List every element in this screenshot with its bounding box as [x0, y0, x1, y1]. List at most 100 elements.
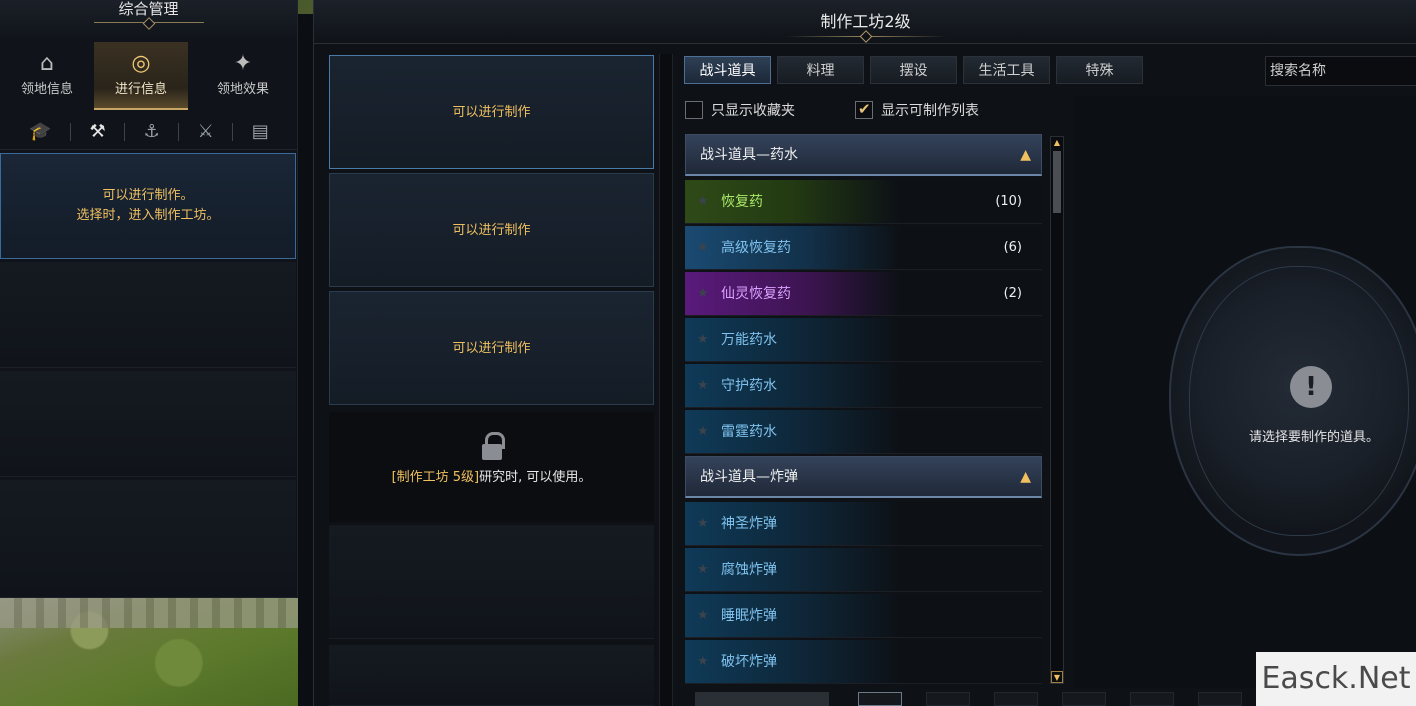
required-level: [制作工坊 5级]	[391, 470, 480, 485]
scroll-down-icon[interactable]: ▼	[1051, 671, 1063, 683]
recipe-count: (10)	[995, 194, 1022, 209]
craft-slot[interactable]: 可以进行制作	[329, 291, 654, 405]
tab-special[interactable]: 特殊	[1056, 56, 1143, 84]
favorite-star-icon[interactable]: ★	[697, 640, 709, 684]
recipe-item[interactable]: ★ 高级恢复药 (6)	[685, 226, 1042, 270]
crafting-window-title: 制作工坊2级	[820, 12, 911, 31]
crafting-window-header: 制作工坊2级	[314, 0, 1416, 44]
recipe-item[interactable]: ★ 神圣炸弹	[685, 502, 1042, 546]
recipe-name: 守护药水	[721, 378, 777, 394]
exclamation-icon: !	[1290, 366, 1332, 408]
recipe-item[interactable]: ★ 守护药水	[685, 364, 1042, 408]
separator	[178, 122, 180, 141]
recipe-list: 战斗道具—药水 ▲ ★ 恢复药 (10) ★ 高级恢复药 (6) ★ 仙灵恢复药…	[685, 134, 1043, 684]
recipe-name: 破坏炸弹	[721, 654, 777, 670]
info-line: 可以进行制作。	[102, 188, 194, 203]
empty-row	[0, 371, 296, 477]
tab-life-tools[interactable]: 生活工具	[963, 56, 1050, 84]
material-slot[interactable]	[858, 692, 902, 706]
recipe-name: 恢复药	[721, 194, 763, 210]
locked-slot-text: 研究时, 可以使用。	[479, 470, 592, 485]
material-slot[interactable]	[1130, 692, 1174, 706]
scrollbar-thumb[interactable]	[1053, 151, 1061, 213]
tab-combat-items[interactable]: 战斗道具	[684, 56, 771, 84]
title-ornament-icon	[93, 22, 204, 28]
empty-row	[0, 480, 296, 598]
favorites-checkbox[interactable]	[685, 101, 703, 119]
empty-row	[0, 262, 296, 368]
recipe-item[interactable]: ★ 仙灵恢复药 (2)	[685, 272, 1042, 316]
craftable-filter[interactable]: 显示可制作列表	[855, 100, 979, 120]
favorite-star-icon[interactable]: ★	[697, 364, 709, 408]
scroll-up-icon[interactable]: ▲	[1051, 137, 1063, 149]
castle-icon: ⌂	[40, 51, 54, 76]
material-slot[interactable]	[1062, 692, 1106, 706]
favorite-star-icon[interactable]: ★	[697, 272, 709, 316]
material-slot[interactable]	[1198, 692, 1242, 706]
watermark: Easck.Net	[1256, 652, 1416, 706]
material-slot[interactable]	[926, 692, 970, 706]
recipe-item[interactable]: ★ 恢复药 (10)	[685, 180, 1042, 224]
anchor-icon[interactable]: ⚓	[144, 121, 160, 142]
recipe-name: 仙灵恢复药	[721, 286, 791, 302]
craft-slot[interactable]: 可以进行制作	[329, 173, 654, 287]
favorite-star-icon[interactable]: ★	[697, 594, 709, 638]
empty-slot	[329, 645, 654, 706]
crossed-swords-icon[interactable]: ⚔	[198, 121, 214, 142]
recipe-list-scrollbar[interactable]: ▲ ▼	[1050, 136, 1064, 684]
crafting-window: 制作工坊2级 可以进行制作 可以进行制作 可以进行制作 [制作工坊 5级]研究时…	[313, 0, 1416, 706]
recipe-name: 高级恢复药	[721, 240, 791, 256]
group-header-bombs[interactable]: 战斗道具—炸弹 ▲	[685, 456, 1042, 498]
crossed-tools-icon[interactable]: ⚒	[90, 121, 106, 142]
recipe-item[interactable]: ★ 破坏炸弹	[685, 640, 1042, 684]
tab-label: 领地效果	[216, 82, 269, 97]
facility-icon-bar: 🎓 ⚒ ⚓ ⚔ ▤	[0, 114, 298, 150]
category-tabs: 战斗道具 料理 摆设 生活工具 特殊	[684, 56, 1143, 84]
tab-cooking[interactable]: 料理	[777, 56, 864, 84]
collapse-arrow-icon[interactable]: ▲	[1020, 135, 1031, 175]
lock-icon	[481, 432, 505, 460]
tab-territory-info[interactable]: ⌂ 领地信息	[0, 42, 94, 110]
craftable-checkbox[interactable]	[855, 100, 873, 119]
group-header-potions[interactable]: 战斗道具—药水 ▲	[685, 134, 1042, 176]
favorite-star-icon[interactable]: ★	[697, 410, 709, 454]
recipe-item[interactable]: ★ 睡眠炸弹	[685, 594, 1042, 638]
workshop-info-card[interactable]: 可以进行制作。 选择时，进入制作工坊。	[0, 153, 296, 259]
book-icon[interactable]: ▤	[252, 121, 269, 142]
group-title: 战斗道具—炸弹	[700, 469, 798, 485]
management-panel: 综合管理 ⌂ 领地信息 ◎ 进行信息 ✦ 领地效果 🎓 ⚒ ⚓ ⚔ ▤ 可以进行…	[0, 0, 298, 598]
bottom-button[interactable]	[695, 692, 829, 706]
recipe-name: 神圣炸弹	[721, 516, 777, 532]
recipe-item[interactable]: ★ 腐蚀炸弹	[685, 548, 1042, 592]
recipe-name: 腐蚀炸弹	[721, 562, 777, 578]
craft-slot[interactable]: 可以进行制作	[329, 55, 654, 169]
recipe-count: (6)	[1003, 240, 1022, 255]
favorite-star-icon[interactable]: ★	[697, 318, 709, 362]
favorites-label: 只显示收藏夹	[711, 103, 795, 119]
group-title: 战斗道具—药水	[700, 147, 798, 163]
management-panel-title: 综合管理	[118, 0, 179, 18]
tab-progress-info[interactable]: ◎ 进行信息	[94, 42, 188, 110]
graduation-cap-icon[interactable]: 🎓	[29, 121, 51, 142]
craftable-label: 显示可制作列表	[881, 103, 979, 119]
tab-furnishing[interactable]: 摆设	[870, 56, 957, 84]
sparkle-icon: ✦	[233, 51, 253, 76]
favorite-star-icon[interactable]: ★	[697, 180, 709, 224]
favorite-star-icon[interactable]: ★	[697, 548, 709, 592]
favorite-star-icon[interactable]: ★	[697, 502, 709, 546]
tab-territory-effect[interactable]: ✦ 领地效果	[188, 42, 298, 110]
empty-slot	[329, 525, 654, 639]
recipe-item[interactable]: ★ 雷霆药水	[685, 410, 1042, 454]
favorites-filter[interactable]: 只显示收藏夹	[685, 100, 795, 120]
compass-icon: ◎	[131, 51, 151, 76]
search-input[interactable]	[1265, 56, 1416, 86]
item-detail-panel: ! 请选择要制作的道具。	[1074, 96, 1416, 688]
collapse-arrow-icon[interactable]: ▲	[1020, 457, 1031, 497]
favorite-star-icon[interactable]: ★	[697, 226, 709, 270]
recipe-item[interactable]: ★ 万能药水	[685, 318, 1042, 362]
material-slot[interactable]	[994, 692, 1038, 706]
select-item-hint: 请选择要制作的道具。	[1248, 430, 1379, 445]
shield-emblem-icon	[1169, 246, 1416, 556]
locked-slot-message: [制作工坊 5级]研究时, 可以使用。	[329, 466, 654, 485]
separator	[124, 122, 126, 141]
